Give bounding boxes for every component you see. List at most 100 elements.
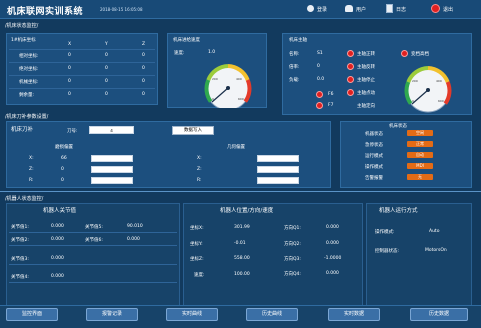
coord-value: 0 (105, 79, 108, 84)
coord-label: 坐标Z: (190, 257, 204, 262)
coords-divider (9, 49, 155, 50)
joints-divider (9, 282, 177, 283)
state-badge: 空闲 (407, 130, 433, 136)
geo-z-input[interactable] (257, 166, 299, 173)
coord-value: 558.00 (234, 256, 250, 261)
nav-realtime-curve-button[interactable]: 实时曲线 (166, 308, 218, 321)
op-mode-value: Auto (429, 229, 440, 234)
tool-params-section-title: /机床刀补参数设置/ (5, 114, 49, 120)
app-title: 机床联网实训系统 (7, 7, 84, 17)
coord-value: 0 (68, 79, 71, 84)
coord-row-label: 相对坐标: (19, 54, 39, 59)
axis-x-header: X (68, 42, 72, 47)
robot-position-title: 机器人位置/方向/速度 (220, 208, 274, 214)
feed-speed-label: 速度: (174, 51, 185, 56)
machine-state-panel: 机床状态 机器状态 空闲 急停状态 正常 运行模式 自动 操作模式 MDI 告警… (340, 121, 472, 188)
coord-value: 0 (142, 53, 145, 58)
coords-panel: 1#机床坐标 X Y Z 相对坐标: 0 0 0 绝对坐标: 0 0 0 机械坐… (6, 33, 158, 105)
joint-value: 0.000 (51, 256, 64, 261)
spindle-panel: 机床主轴 名称: S1 倍率: 0 负载: 0.0 F6 F7 主轴正转 主轴反… (282, 33, 472, 115)
nav-alarm-button[interactable]: 报警记录 (86, 308, 138, 321)
joints-divider (9, 232, 177, 233)
nav-user[interactable]: 用户 (345, 4, 375, 15)
tool-params-title: 机床刀补 (11, 127, 34, 133)
robot-position-panel: 机器人位置/方向/速度 坐标X: 301.99 坐标Y: -0.01 坐标Z: … (183, 203, 363, 306)
geo-axis-label: X: (197, 156, 202, 161)
robot-run-mode-panel: 机器人运行方式 操作模式: Auto 控制器状态: MotorsOn (366, 203, 472, 306)
state-label: 机器状态 (365, 132, 383, 137)
feed-speed-panel: 机床进给速度 速度: 1.0 0 200 400 600 (167, 33, 267, 108)
geo-offset-title: 几何偏置 (227, 145, 245, 150)
joint-value: 0.000 (127, 237, 140, 242)
nav-log-label: 日志 (396, 7, 407, 13)
nav-log[interactable]: 日志 (386, 4, 416, 15)
nav-login-label: 登录 (317, 7, 328, 13)
wear-axis-label: R: (29, 178, 34, 183)
coords-divider (9, 88, 155, 89)
direction-value: 0.000 (326, 225, 339, 230)
geo-axis-label: Z: (197, 167, 202, 172)
axis-z-header: Z (142, 42, 146, 47)
tool-number-input[interactable] (89, 126, 134, 134)
wear-axis-label: Z: (29, 167, 34, 172)
spindle-row-value: 0.0 (317, 77, 325, 82)
section-divider (0, 191, 481, 192)
nav-realtime-data-button[interactable]: 实时数据 (328, 308, 380, 321)
robot-joints-panel: 机器人关节值 关节值1: 0.000 关节值5: 90.010 关节值2: 0.… (6, 203, 180, 306)
spindle-orient-label: 主轴定向 (357, 104, 375, 109)
nav-history-curve-button[interactable]: 历史曲线 (246, 308, 298, 321)
spindle-ccw-indicator (347, 63, 354, 70)
geo-r-input[interactable] (257, 177, 299, 184)
coord-value: 0 (142, 66, 145, 71)
robot-speed-label: 速度: (194, 273, 205, 278)
direction-label: 方向Q4: (284, 272, 301, 277)
coord-value: 0 (105, 53, 108, 58)
joints-divider (9, 264, 177, 265)
wear-axis-label: X: (29, 156, 34, 161)
spindle-jog-indicator (347, 89, 354, 96)
coord-value: 0 (142, 79, 145, 84)
op-mode-label: 操作模式: (375, 230, 395, 235)
f6-label: F6 (328, 92, 334, 97)
coord-value: 0 (68, 53, 71, 58)
user-icon (345, 5, 353, 12)
coord-row-label: 绝对坐标: (19, 67, 39, 72)
joint-value: 0.000 (51, 224, 64, 229)
geo-x-input[interactable] (257, 155, 299, 162)
coord-value: 0 (105, 92, 108, 97)
direction-label: 方向Q2: (284, 242, 301, 247)
nav-login[interactable]: 登录 (307, 4, 337, 15)
joint-label: 关节值4: (11, 275, 29, 280)
f7-label: F7 (328, 103, 334, 108)
wear-z-input[interactable] (91, 166, 133, 173)
state-label: 操作模式 (365, 165, 383, 170)
state-badge: 无 (407, 174, 433, 180)
geo-axis-label: R: (197, 178, 202, 183)
joint-value: 90.010 (127, 224, 143, 229)
spindle-title: 机床主轴 (289, 38, 307, 43)
spindle-stop-label: 主轴停止 (357, 78, 375, 83)
joint-value: 0.000 (51, 237, 64, 242)
gauge-tick-label: 600 (238, 97, 244, 101)
wear-r-input[interactable] (91, 177, 133, 184)
gear-high-label: 变档高档 (411, 52, 429, 57)
wear-value: 0 (61, 167, 64, 172)
gauge-tick-label: 400 (436, 79, 442, 83)
spindle-row-value: S1 (317, 51, 323, 56)
state-label: 运行模式 (365, 154, 383, 159)
coord-value: 301.99 (234, 225, 250, 230)
data-write-button[interactable]: 数据写入 (172, 126, 214, 135)
spindle-row-label: 名称: (289, 52, 300, 57)
axis-y-header: Y (105, 42, 108, 47)
direction-value: 0.000 (326, 241, 339, 246)
spindle-cw-indicator (347, 50, 354, 57)
nav-monitor-button[interactable]: 监控界面 (6, 308, 58, 321)
wear-x-input[interactable] (91, 155, 133, 162)
exit-icon (431, 4, 440, 13)
spindle-row-label: 负载: (289, 78, 300, 83)
nav-exit[interactable]: 退出 (431, 4, 461, 15)
joint-label: 关节值6: (85, 238, 103, 243)
nav-history-data-button[interactable]: 历史数据 (410, 308, 468, 321)
wear-offset-title: 磨损偏置 (55, 145, 73, 150)
coord-value: 0 (105, 66, 108, 71)
